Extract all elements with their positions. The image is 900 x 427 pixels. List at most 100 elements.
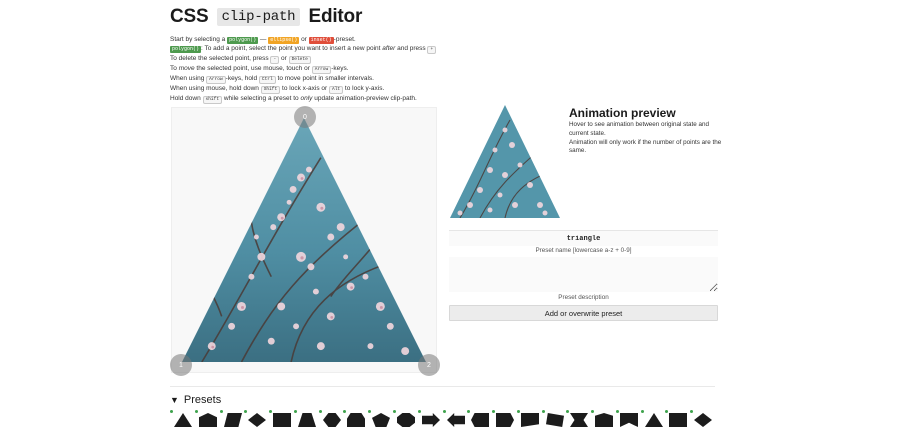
preset-shape-icon xyxy=(620,413,638,427)
presets-label: Presets xyxy=(183,394,222,406)
preset-thumbnail[interactable] xyxy=(690,410,712,427)
presets-toggle[interactable]: ▼ Presets xyxy=(170,394,221,406)
title-code: clip-path xyxy=(216,8,301,26)
preset-thumbnail[interactable] xyxy=(443,410,465,427)
preset-dot-icon xyxy=(690,410,693,413)
preset-dot-icon xyxy=(641,410,644,413)
preset-shape-icon xyxy=(669,413,687,427)
preset-thumbnail[interactable] xyxy=(269,410,291,427)
preset-thumbnail[interactable] xyxy=(616,410,638,427)
page: CSS clip-path Editor Start by selecting … xyxy=(0,0,900,427)
animation-preview-description: Hover to see animation between original … xyxy=(569,121,729,156)
polygon-preset-tag[interactable]: polygon() xyxy=(227,37,259,44)
instruction-text: to lock y-axis. xyxy=(344,85,385,93)
preset-shape-icon xyxy=(422,413,440,427)
preset-thumbnail[interactable] xyxy=(220,410,242,427)
instruction-text: -keys. xyxy=(331,65,349,73)
key-arrow: Arrow xyxy=(311,66,332,75)
instruction-line-3: To delete the selected point, press - or… xyxy=(170,54,490,65)
preset-thumbnail[interactable] xyxy=(294,410,316,427)
point-handle-0[interactable]: 0 xyxy=(294,106,316,128)
point-handle-2[interactable]: 2 xyxy=(418,354,440,376)
preset-shape-icon xyxy=(174,413,192,427)
preset-name-label: Preset name [lowercase a-z + 0-9] xyxy=(535,247,632,254)
preset-shape-icon xyxy=(199,413,217,427)
instruction-text: to lock x-axis or xyxy=(282,85,328,93)
clip-path-editor[interactable]: 0 1 2 xyxy=(170,106,440,376)
animation-preview-title: Animation preview xyxy=(569,106,676,120)
instruction-text: or xyxy=(280,55,287,63)
instruction-text: -preset. xyxy=(333,36,356,43)
preset-thumbnail[interactable] xyxy=(492,410,514,427)
preset-dot-icon xyxy=(467,410,470,413)
instruction-text: To delete the selected point, press xyxy=(170,55,269,63)
preset-thumbnail[interactable] xyxy=(517,410,539,427)
preset-shape-icon xyxy=(224,413,242,427)
ellipse-preset-tag[interactable]: ellipse() xyxy=(268,37,300,44)
instruction-text: Start by selecting a xyxy=(170,36,226,43)
divider xyxy=(170,386,715,387)
key-shift: shift xyxy=(202,96,223,105)
instruction-line-6: When using mouse, hold down Shift to loc… xyxy=(170,84,490,95)
key-alt: Alt xyxy=(329,86,344,95)
instruction-emphasis: after xyxy=(382,45,396,53)
preset-thumbnail[interactable] xyxy=(244,410,266,427)
preset-thumbnail[interactable] xyxy=(542,410,564,427)
instructions: Start by selecting a polygon() — ellipse… xyxy=(170,35,490,105)
preset-thumbnail[interactable] xyxy=(343,410,365,427)
preset-shape-icon xyxy=(447,413,465,427)
preset-thumbnail[interactable] xyxy=(418,410,440,427)
preset-name-input[interactable] xyxy=(449,230,718,246)
preset-dot-icon xyxy=(393,410,396,413)
point-handle-1[interactable]: 1 xyxy=(170,354,192,376)
preset-dot-icon xyxy=(269,410,272,413)
preset-shape-icon xyxy=(496,413,514,427)
instruction-text: update animation-preview clip-path. xyxy=(314,95,417,103)
instruction-line-2: polygon(): To add a point, select the po… xyxy=(170,44,490,55)
blossom-photo-preview xyxy=(450,105,560,218)
preset-thumbnail[interactable] xyxy=(566,410,588,427)
key-plus: + xyxy=(427,46,437,55)
preset-shape-icon xyxy=(397,413,415,427)
presets-row xyxy=(170,410,715,427)
preset-thumbnail[interactable] xyxy=(467,410,489,427)
preset-shape-icon xyxy=(694,413,712,427)
instruction-text: — xyxy=(259,36,267,43)
preset-dot-icon xyxy=(319,410,322,413)
instruction-line-7: Hold down shift while selecting a preset… xyxy=(170,94,490,105)
instruction-text: or xyxy=(301,36,307,43)
preset-shape-icon xyxy=(645,413,663,427)
preset-shape-icon xyxy=(595,413,613,427)
preset-thumbnail[interactable] xyxy=(319,410,341,427)
preset-thumbnail[interactable] xyxy=(393,410,415,427)
handle-label: 0 xyxy=(303,113,307,121)
preset-dot-icon xyxy=(343,410,346,413)
polygon-tag: polygon() xyxy=(170,46,202,54)
preset-shape-icon xyxy=(248,413,266,427)
preset-dot-icon xyxy=(244,410,247,413)
preset-thumbnail[interactable] xyxy=(641,410,663,427)
preset-dot-icon xyxy=(665,410,668,413)
add-preset-button[interactable]: Add or overwrite preset xyxy=(449,305,718,321)
key-delete: Delete xyxy=(288,56,311,65)
preset-thumbnail[interactable] xyxy=(170,410,192,427)
preset-thumbnail[interactable] xyxy=(195,410,217,427)
handle-label: 2 xyxy=(427,361,431,369)
preset-description-field[interactable] xyxy=(449,257,718,292)
preset-dot-icon xyxy=(443,410,446,413)
preset-shape-icon xyxy=(372,413,390,427)
preset-thumbnail[interactable] xyxy=(591,410,613,427)
preset-shape-icon xyxy=(323,413,341,427)
preset-dot-icon xyxy=(591,410,594,413)
inset-preset-tag[interactable]: inset() xyxy=(308,37,334,44)
preset-thumbnail[interactable] xyxy=(665,410,687,427)
preset-dot-icon xyxy=(566,410,569,413)
preset-thumbnail[interactable] xyxy=(368,410,390,427)
instruction-text: -keys, hold xyxy=(225,75,258,83)
instruction-line-1: Start by selecting a polygon() — ellipse… xyxy=(170,35,490,44)
title-prefix: CSS xyxy=(170,6,209,27)
title-suffix: Editor xyxy=(308,6,363,27)
animation-preview[interactable] xyxy=(450,105,560,218)
preset-shape-icon xyxy=(521,413,539,427)
instruction-text: To xyxy=(170,65,177,73)
